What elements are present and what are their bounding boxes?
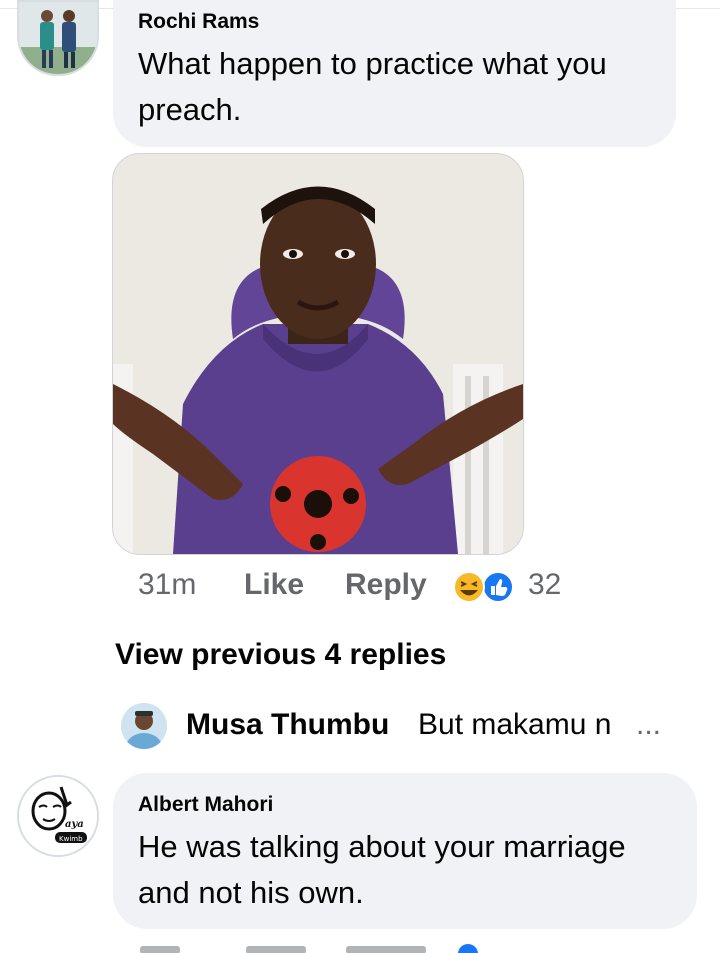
comment-author[interactable]: Albert Mahori <box>138 793 273 817</box>
comment-author[interactable]: Rochi Rams <box>138 10 259 34</box>
avatar-logo-icon: aya Kwimb <box>19 777 97 855</box>
svg-text:Kwimb: Kwimb <box>59 835 83 843</box>
reaction-count[interactable]: 32 <box>528 568 561 602</box>
reply-text-preview[interactable]: But makamu n <box>418 708 611 742</box>
avatar-photo-icon <box>121 703 167 749</box>
reply-ellipsis: ... <box>636 708 662 741</box>
like-button[interactable]: Like <box>244 568 304 602</box>
haha-like-reactions-icon <box>453 571 514 603</box>
comment-image[interactable] <box>112 153 524 555</box>
avatar-rochi-rams[interactable] <box>17 0 99 76</box>
reply-author[interactable]: Musa Thumbu <box>186 708 389 742</box>
comment-text: What happen to practice what you preach. <box>138 46 607 127</box>
svg-text:aya: aya <box>65 819 84 830</box>
avatar-photo-icon <box>19 2 97 74</box>
cutoff-action-row-icon <box>140 944 478 953</box>
comment-text: He was talking about your marriage and n… <box>138 829 626 910</box>
person-shrugging-photo-icon <box>113 154 523 554</box>
reply-button[interactable]: Reply <box>345 568 427 602</box>
comment-actions-cutoff <box>138 940 558 953</box>
reactions-summary[interactable] <box>452 569 516 605</box>
avatar-albert-mahori[interactable]: aya Kwimb <box>17 775 99 857</box>
avatar-musa-thumbu[interactable] <box>121 703 167 749</box>
view-previous-replies-link[interactable]: View previous 4 replies <box>115 638 446 672</box>
comment-timestamp: 31m <box>138 568 197 601</box>
